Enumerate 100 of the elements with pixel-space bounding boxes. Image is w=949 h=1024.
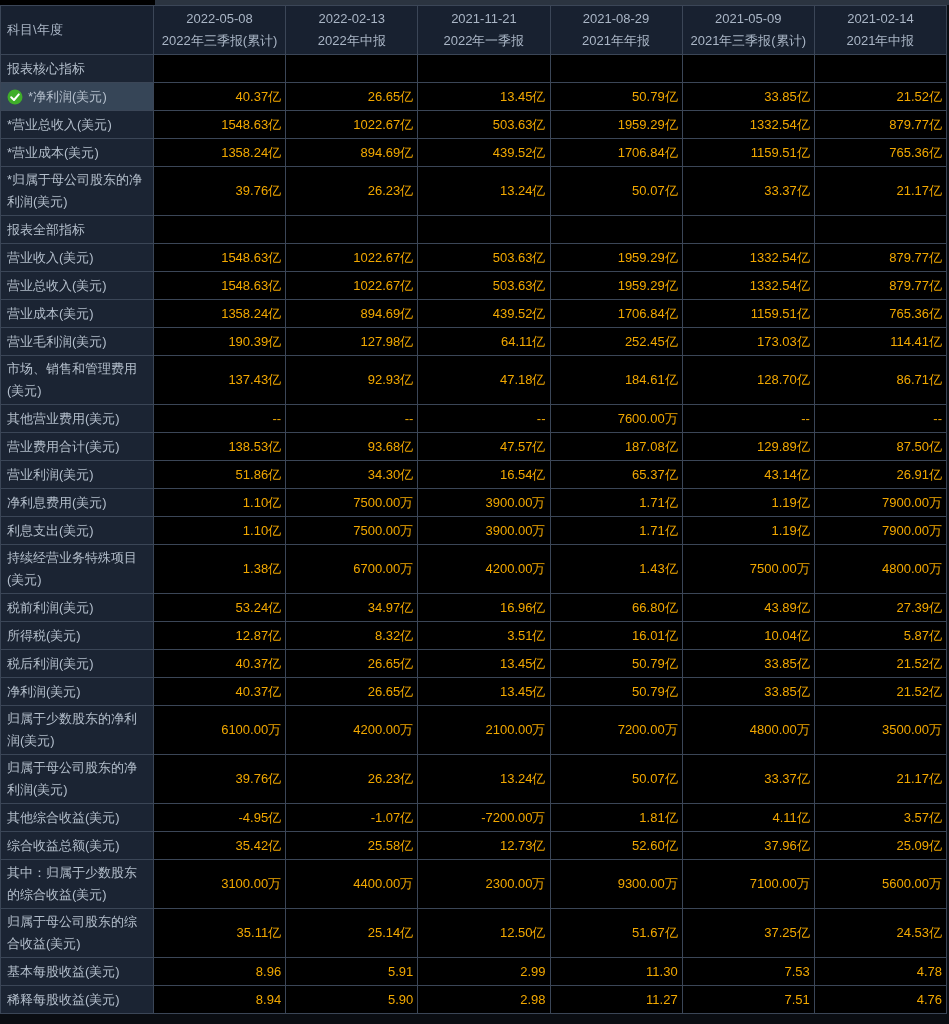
value-cell: 33.37亿: [682, 755, 814, 803]
row-label[interactable]: 营业总收入(美元): [1, 272, 153, 299]
value-cell: 47.57亿: [418, 433, 550, 460]
value-cell: 25.58亿: [286, 832, 418, 859]
column-date: 2022-05-08: [186, 10, 253, 28]
value-cell: 1548.63亿: [154, 244, 286, 271]
value-cell: 51.86亿: [154, 461, 286, 488]
value-cell: 21.52亿: [814, 650, 946, 677]
column-report: 2021年中报: [846, 32, 915, 50]
row-label[interactable]: 归属于母公司股东的综合收益(美元): [1, 909, 153, 957]
value-cell: 43.14亿: [682, 461, 814, 488]
value-cell: 34.30亿: [286, 461, 418, 488]
column-date: 2021-02-14: [847, 10, 914, 28]
value-cell: 138.53亿: [154, 433, 286, 460]
value-cell: 13.45亿: [418, 678, 550, 705]
value-cell: 2.98: [418, 986, 550, 1013]
value-cell: 1.19亿: [682, 489, 814, 516]
row-label[interactable]: 营业毛利润(美元): [1, 328, 153, 355]
value-cell: 503.63亿: [418, 111, 550, 138]
row-label[interactable]: 报表核心指标: [1, 55, 153, 82]
column-report: 2021年三季报(累计): [690, 32, 807, 50]
row-label[interactable]: 利息支出(美元): [1, 517, 153, 544]
value-cell: 1706.84亿: [550, 139, 682, 166]
value-cell: 252.45亿: [550, 328, 682, 355]
row-label[interactable]: 营业费用合计(美元): [1, 433, 153, 460]
value-cell: 1959.29亿: [550, 272, 682, 299]
value-cell: -4.95亿: [154, 804, 286, 831]
value-cell: 5600.00万: [814, 860, 946, 908]
value-cell: 894.69亿: [286, 300, 418, 327]
value-cell: 1.10亿: [154, 489, 286, 516]
value-cell: 2100.00万: [418, 706, 550, 754]
value-cell: 503.63亿: [418, 244, 550, 271]
value-cell: 8.32亿: [286, 622, 418, 649]
row-label[interactable]: 净利润(美元): [1, 678, 153, 705]
value-cell: 3100.00万: [154, 860, 286, 908]
value-cell: 4200.00万: [418, 545, 550, 593]
value-cell: 52.60亿: [550, 832, 682, 859]
value-cell: 4800.00万: [682, 706, 814, 754]
row-label[interactable]: *归属于母公司股东的净利润(美元): [1, 167, 153, 215]
row-label[interactable]: *营业总收入(美元): [1, 111, 153, 138]
row-label[interactable]: 其他营业费用(美元): [1, 405, 153, 432]
column-report: 2021年年报: [582, 32, 651, 50]
value-cell: 24.53亿: [814, 909, 946, 957]
value-cell: 11.30: [550, 958, 682, 985]
row-label[interactable]: 综合收益总额(美元): [1, 832, 153, 859]
row-label[interactable]: 营业利润(美元): [1, 461, 153, 488]
value-cell: 16.54亿: [418, 461, 550, 488]
column-date: 2021-08-29: [582, 10, 650, 28]
column-report: 2022年三季报(累计): [161, 32, 278, 50]
row-label[interactable]: 稀释每股收益(美元): [1, 986, 153, 1013]
row-label[interactable]: 归属于少数股东的净利润(美元): [1, 706, 153, 754]
header-cell: 科目\年度: [1, 6, 153, 54]
value-cell: 1332.54亿: [682, 244, 814, 271]
value-cell: 1332.54亿: [682, 272, 814, 299]
row-label[interactable]: *净利润(美元): [1, 83, 153, 110]
row-label[interactable]: 市场、销售和管理费用(美元): [1, 356, 153, 404]
value-cell: 93.68亿: [286, 433, 418, 460]
row-label[interactable]: 净利息费用(美元): [1, 489, 153, 516]
value-cell: 27.39亿: [814, 594, 946, 621]
value-cell: 503.63亿: [418, 272, 550, 299]
value-cell: 190.39亿: [154, 328, 286, 355]
value-cell: 137.43亿: [154, 356, 286, 404]
row-label[interactable]: 税后利润(美元): [1, 650, 153, 677]
value-cell: 26.65亿: [286, 650, 418, 677]
value-cell: 1358.24亿: [154, 300, 286, 327]
row-label[interactable]: 基本每股收益(美元): [1, 958, 153, 985]
value-cell: 765.36亿: [814, 300, 946, 327]
value-cell: 26.65亿: [286, 83, 418, 110]
row-label[interactable]: 报表全部指标: [1, 216, 153, 243]
value-cell: 33.85亿: [682, 83, 814, 110]
value-cell: 35.42亿: [154, 832, 286, 859]
row-label[interactable]: 其他综合收益(美元): [1, 804, 153, 831]
value-cell: 8.96: [154, 958, 286, 985]
value-cell: 1959.29亿: [550, 244, 682, 271]
row-label[interactable]: 归属于母公司股东的净利润(美元): [1, 755, 153, 803]
value-cell: 1358.24亿: [154, 139, 286, 166]
value-cell: 439.52亿: [418, 300, 550, 327]
value-cell: 33.85亿: [682, 650, 814, 677]
column-date: 2021-05-09: [715, 10, 782, 28]
row-label[interactable]: 营业收入(美元): [1, 244, 153, 271]
value-cell: 1332.54亿: [682, 111, 814, 138]
row-label[interactable]: 税前利润(美元): [1, 594, 153, 621]
value-cell: 37.25亿: [682, 909, 814, 957]
row-label[interactable]: 持续经营业务特殊项目(美元): [1, 545, 153, 593]
value-cell: 34.97亿: [286, 594, 418, 621]
row-label[interactable]: 营业成本(美元): [1, 300, 153, 327]
value-cell: 92.93亿: [286, 356, 418, 404]
value-cell: 40.37亿: [154, 678, 286, 705]
row-label[interactable]: 所得税(美元): [1, 622, 153, 649]
value-cell: 4.11亿: [682, 804, 814, 831]
value-cell: 114.41亿: [814, 328, 946, 355]
value-cell: 50.07亿: [550, 755, 682, 803]
value-cell: 6100.00万: [154, 706, 286, 754]
value-cell: -7200.00万: [418, 804, 550, 831]
row-label[interactable]: *营业成本(美元): [1, 139, 153, 166]
value-cell: -1.07亿: [286, 804, 418, 831]
row-label[interactable]: 其中：归属于少数股东的综合收益(美元): [1, 860, 153, 908]
value-cell: --: [154, 405, 286, 432]
value-cell: 26.23亿: [286, 167, 418, 215]
value-cell: 879.77亿: [814, 111, 946, 138]
